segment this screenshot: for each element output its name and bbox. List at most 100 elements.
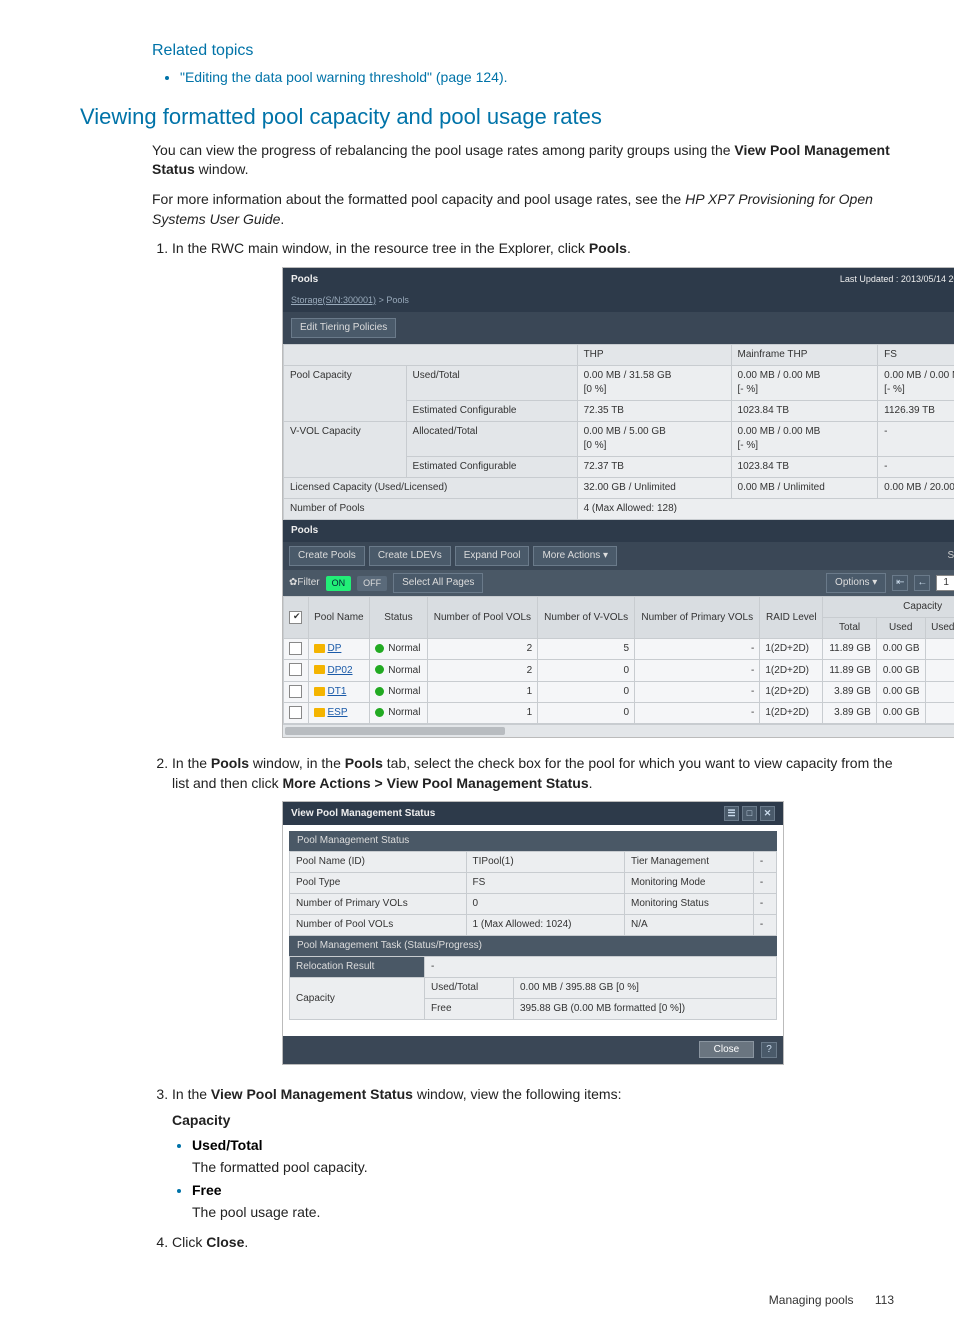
- text: window, view the following items:: [413, 1086, 622, 1102]
- cell: 72.35 TB: [577, 401, 731, 422]
- cell: 0.00 MB / 20.00 TB: [878, 478, 954, 499]
- dialog-footer: Close ?: [283, 1036, 783, 1064]
- label: Monitoring Mode: [625, 873, 754, 894]
- label: Pool Type: [290, 873, 467, 894]
- create-pools-button[interactable]: Create Pools: [289, 546, 365, 566]
- close-button[interactable]: Close: [699, 1041, 755, 1058]
- cell: 0.00 MB / 0.00 MB[- %]: [731, 422, 878, 457]
- row-checkbox[interactable]: [289, 663, 302, 676]
- row-used-total: Used/Total: [406, 366, 577, 401]
- free-label: Free: [424, 999, 513, 1020]
- create-ldevs-button[interactable]: Create LDEVs: [369, 546, 451, 566]
- cell: 0.00 MB / 0.00 MB[- %]: [731, 366, 878, 401]
- table-row[interactable]: DP02Normal20-1(2D+2D)11.89 GB0.00 GB0: [284, 660, 954, 681]
- status-dot-icon: [375, 687, 384, 696]
- col-nprim[interactable]: Number of Primary VOLs: [635, 597, 760, 639]
- list-item: Free The pool usage rate.: [192, 1181, 894, 1222]
- value: -: [753, 894, 776, 915]
- page-current[interactable]: 1: [936, 575, 954, 591]
- table-row[interactable]: DPNormal25-1(2D+2D)11.89 GB0.00 GB0: [284, 639, 954, 660]
- col-used[interactable]: Used: [876, 618, 925, 639]
- pool-icon: [314, 665, 325, 674]
- pool-name-link[interactable]: DP: [328, 643, 342, 654]
- table-row[interactable]: DT1Normal10-1(2D+2D)3.89 GB0.00 GB0: [284, 681, 954, 702]
- filter-icon[interactable]: ☰: [724, 806, 739, 821]
- pool-name-link[interactable]: DP02: [328, 665, 353, 676]
- col-pool-name[interactable]: Pool Name: [308, 597, 370, 639]
- status-dot-icon: [375, 708, 384, 717]
- text: .: [589, 775, 593, 791]
- breadcrumb-storage[interactable]: Storage(S/N:300001): [291, 295, 376, 305]
- filter-on[interactable]: ON: [326, 576, 352, 591]
- col-nvvol[interactable]: Number of V-VOLs: [538, 597, 635, 639]
- list-item: Used/Total The formatted pool capacity.: [192, 1136, 894, 1177]
- col-mf: Mainframe THP: [731, 345, 878, 366]
- reloc-value: -: [424, 957, 776, 978]
- last-updated: Last Updated : 2013/05/14 20:51: [840, 273, 954, 286]
- text: .: [627, 240, 631, 256]
- pool-name-link[interactable]: DT1: [328, 686, 347, 697]
- options-button[interactable]: Options ▾: [826, 573, 886, 593]
- filter-bar: ✿Filter ON OFF Select All Pages Options …: [283, 570, 954, 596]
- page-number: 113: [875, 1293, 894, 1307]
- intro-paragraph-2: For more information about the formatted…: [152, 190, 894, 229]
- window-title: Pools: [291, 273, 318, 287]
- status-dot-icon: [375, 665, 384, 674]
- link-text: "Editing the data pool warning threshold…: [180, 69, 508, 85]
- page-prev-icon[interactable]: ←: [914, 575, 930, 591]
- col-capacity[interactable]: Capacity: [823, 597, 954, 618]
- expand-pool-button[interactable]: Expand Pool: [455, 546, 530, 566]
- col-npool[interactable]: Number of Pool VOLs: [427, 597, 538, 639]
- col-raid[interactable]: RAID Level: [760, 597, 823, 639]
- row-checkbox[interactable]: [289, 706, 302, 719]
- edit-tiering-policies-button[interactable]: Edit Tiering Policies: [291, 318, 396, 338]
- col-fs: FS: [878, 345, 954, 366]
- help-icon[interactable]: ?: [761, 1042, 777, 1058]
- text: window.: [195, 161, 249, 177]
- pools-grid: Pool Name Status Number of Pool VOLs Num…: [283, 596, 954, 724]
- pool-icon: [314, 687, 325, 696]
- maximize-icon[interactable]: □: [742, 806, 757, 821]
- text: For more information about the formatted…: [152, 191, 685, 207]
- row-est-conf: Estimated Configurable: [406, 457, 577, 478]
- bold: Pools: [589, 240, 627, 256]
- table-row[interactable]: ESPNormal10-1(2D+2D)3.89 GB0.00 GB0: [284, 702, 954, 723]
- bold: View Pool Management Status: [211, 1086, 413, 1102]
- selected-count: Selected: 0 of 4: [948, 549, 954, 563]
- pool-icon: [314, 708, 325, 717]
- col-check[interactable]: [284, 597, 309, 639]
- pool-name-link[interactable]: ESP: [328, 707, 348, 718]
- text: You can view the progress of rebalancing…: [152, 142, 734, 158]
- titlebar: View Pool Management Status ☰ □ ✕: [283, 802, 783, 825]
- page-first-icon[interactable]: ⇤: [892, 575, 908, 591]
- bold: Pools: [345, 755, 383, 771]
- col-usedp[interactable]: Used (%): [925, 618, 954, 639]
- text: .: [244, 1234, 248, 1250]
- text: window, in the: [249, 755, 345, 771]
- footer-label: Managing pools: [769, 1293, 854, 1307]
- more-actions-button[interactable]: More Actions ▾: [533, 546, 617, 566]
- section-heading: Viewing formatted pool capacity and pool…: [80, 102, 894, 133]
- top-toolbar: Edit Tiering Policies: [283, 312, 954, 344]
- text: In the RWC main window, in the resource …: [172, 240, 589, 256]
- filter-off[interactable]: OFF: [357, 576, 387, 591]
- row-checkbox[interactable]: [289, 642, 302, 655]
- filter-label[interactable]: ✿Filter: [289, 576, 320, 590]
- pools-subheader: Pools: [283, 520, 954, 542]
- col-status[interactable]: Status: [370, 597, 427, 639]
- col-thp: THP: [577, 345, 731, 366]
- label: N/A: [625, 915, 754, 936]
- row-checkbox[interactable]: [289, 685, 302, 698]
- summary-table: THP Mainframe THP FS Pool Capacity Used/…: [283, 344, 954, 520]
- reloc-label: Relocation Result: [290, 957, 425, 978]
- select-all-pages-button[interactable]: Select All Pages: [393, 573, 483, 593]
- used-total-value: 0.00 MB / 395.88 GB [0 %]: [513, 978, 776, 999]
- col-total[interactable]: Total: [823, 618, 877, 639]
- close-icon[interactable]: ✕: [760, 806, 775, 821]
- pool-mgmt-status-sub: Pool Management Status: [289, 831, 777, 851]
- cell: 0.00 MB / 31.58 GB[0 %]: [577, 366, 731, 401]
- related-link[interactable]: "Editing the data pool warning threshold…: [180, 68, 894, 88]
- value: TIPool(1): [466, 852, 624, 873]
- horizontal-scrollbar[interactable]: [283, 724, 954, 737]
- breadcrumb: Storage(S/N:300001) > Pools: [283, 292, 954, 313]
